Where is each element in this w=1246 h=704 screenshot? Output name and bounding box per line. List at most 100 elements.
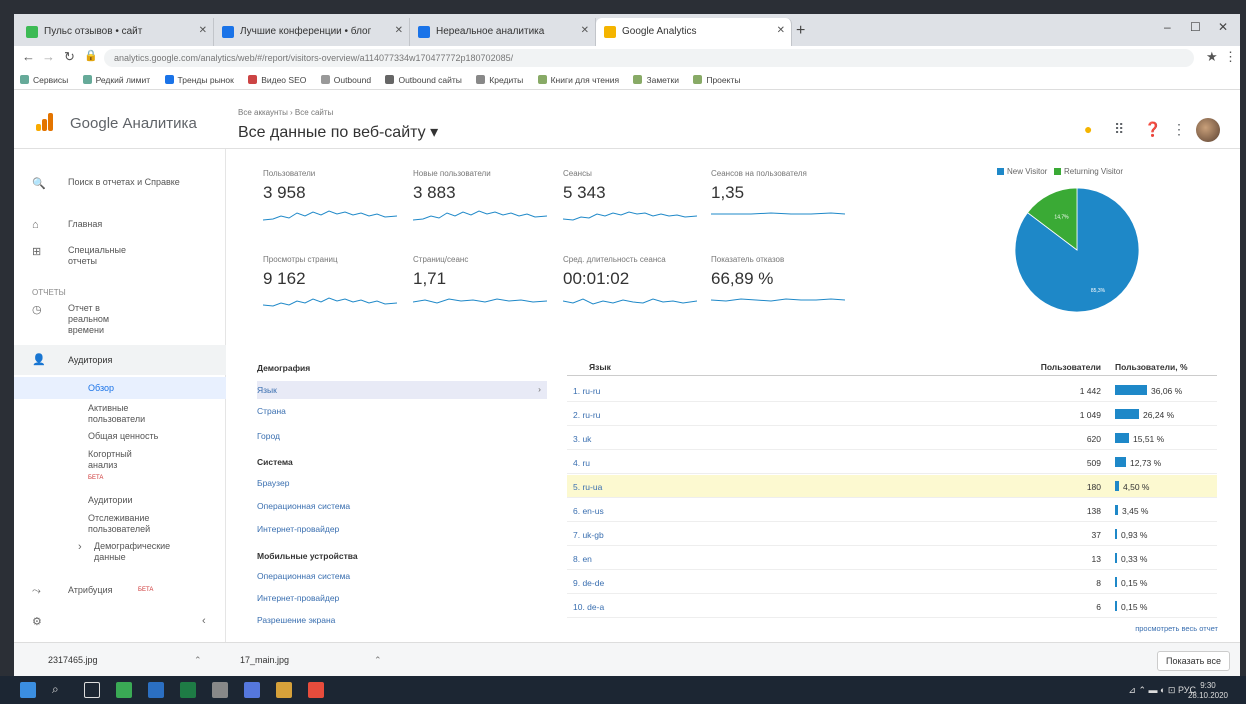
sys-os[interactable]: Операционная система	[257, 501, 547, 511]
tab-close-icon[interactable]: ✕	[395, 25, 403, 36]
notifications-icon[interactable]: ●	[1084, 121, 1092, 137]
app-icon[interactable]	[244, 682, 260, 698]
sidebar-item-home[interactable]: ⌂ Главная	[14, 219, 226, 239]
demo-country[interactable]: Страна	[257, 406, 547, 416]
sidebar-item-realtime[interactable]: ◷ Отчет в реальном времени	[14, 303, 226, 337]
column-language[interactable]: Язык	[589, 362, 611, 372]
sidebar-item-lifetime[interactable]: Общая ценность	[14, 431, 226, 445]
reload-icon[interactable]: ↻	[64, 49, 75, 65]
more-vert-icon[interactable]: ⋮	[1172, 121, 1186, 138]
back-arrow-icon[interactable]: ←	[22, 49, 35, 64]
minimize-button[interactable]: –	[1164, 20, 1171, 34]
excel-icon[interactable]	[180, 682, 196, 698]
collapse-sidebar-icon[interactable]: ‹	[202, 615, 206, 627]
tab-google-analytics[interactable]: Google Analytics ✕	[596, 18, 792, 46]
language-cell[interactable]: 6. en-us	[573, 506, 604, 516]
metric-pageviews[interactable]: Просмотры страниц 9 162	[263, 255, 403, 311]
metric-sessions[interactable]: Сеансы 5 343	[563, 169, 703, 225]
demo-city[interactable]: Город	[257, 431, 547, 441]
chevron-up-icon[interactable]: ⌃	[374, 655, 382, 666]
breadcrumb[interactable]: Все аккаунты › Все сайты	[238, 108, 333, 117]
chrome-icon[interactable]	[308, 682, 324, 698]
bookmark-item[interactable]: Сервисы	[20, 75, 68, 85]
table-row[interactable]: 5. ru-ua 180 4,50 %	[567, 475, 1217, 498]
table-row[interactable]: 2. ru-ru 1 049 26,24 %	[567, 403, 1217, 426]
sidebar-item-audience[interactable]: 👤 Аудитория	[14, 345, 226, 375]
app-icon[interactable]	[116, 682, 132, 698]
sidebar-item-audiences[interactable]: Аудитории	[14, 495, 226, 509]
table-row[interactable]: 8. en 13 0,33 %	[567, 547, 1217, 570]
new-tab-button[interactable]: +	[796, 22, 805, 40]
tab-close-icon[interactable]: ✕	[199, 25, 207, 36]
sidebar-item-user-explorer[interactable]: Отслеживание пользователей	[14, 513, 226, 537]
tab-1[interactable]: Пульс отзывов • сайт ✕	[18, 18, 214, 46]
mobile-os[interactable]: Операционная система	[257, 571, 547, 581]
bookmark-item[interactable]: Заметки	[633, 75, 679, 85]
bookmark-item[interactable]: Outbound сайты	[385, 75, 462, 85]
bookmark-item[interactable]: Кредиты	[476, 75, 523, 85]
metric-sessions-per-user[interactable]: Сеансов на пользователя 1,35	[711, 169, 851, 225]
clock[interactable]: 9:30 28.10.2020	[1188, 681, 1228, 701]
download-item[interactable]: 17_main.jpg	[240, 655, 289, 665]
tab-3[interactable]: Нереальное аналитика ✕	[410, 18, 596, 46]
sys-browser[interactable]: Браузер	[257, 478, 547, 488]
table-row[interactable]: 7. uk-gb 37 0,93 %	[567, 523, 1217, 546]
table-row[interactable]: 3. uk 620 15,51 %	[567, 427, 1217, 450]
tab-close-icon[interactable]: ✕	[581, 25, 589, 36]
language-cell[interactable]: 10. de-a	[573, 602, 604, 612]
sidebar-item-demographics[interactable]: › Демографические данные	[14, 541, 226, 565]
app-icon[interactable]	[148, 682, 164, 698]
language-cell[interactable]: 5. ru-ua	[573, 482, 602, 492]
chevron-up-icon[interactable]: ⌃	[194, 655, 202, 666]
bookmark-item[interactable]: Редкий лимит	[82, 75, 150, 85]
metric-pages-per-session[interactable]: Страниц/сеанс 1,71	[413, 255, 553, 311]
sidebar-search[interactable]: 🔍 Поиск в отчетах и Справке	[14, 177, 226, 197]
show-all-downloads-button[interactable]: Показать все	[1157, 651, 1230, 671]
sidebar-item-attribution[interactable]: ⤳ Атрибуция БЕТА	[14, 585, 226, 601]
task-view-icon[interactable]	[84, 682, 100, 698]
language-cell[interactable]: 1. ru-ru	[573, 386, 600, 396]
full-report-link[interactable]: просмотреть весь отчет	[1135, 624, 1218, 633]
sidebar-item-overview[interactable]: Обзор	[14, 377, 226, 399]
language-cell[interactable]: 7. uk-gb	[573, 530, 604, 540]
apps-grid-icon[interactable]: ⠿	[1114, 121, 1124, 138]
column-users-pct[interactable]: Пользователи, %	[1115, 362, 1188, 372]
app-icon[interactable]	[276, 682, 292, 698]
address-bar[interactable]: analytics.google.com/analytics/web/#/rep…	[104, 49, 1194, 67]
tab-2[interactable]: Лучшие конференции • блог ✕	[214, 18, 410, 46]
sidebar-item-custom-reports[interactable]: ⊞ Специальные отчеты	[14, 245, 226, 273]
table-row[interactable]: 4. ru 509 12,73 %	[567, 451, 1217, 474]
sidebar-item-active-users[interactable]: Активные пользователи	[14, 403, 226, 427]
search-input[interactable]: Поиск в отчетах и Справке	[68, 177, 180, 188]
metric-new-users[interactable]: Новые пользователи 3 883	[413, 169, 553, 225]
table-row[interactable]: 9. de-de 8 0,15 %	[567, 571, 1217, 594]
forward-arrow-icon[interactable]: →	[42, 49, 55, 64]
language-cell[interactable]: 8. en	[573, 554, 592, 564]
menu-dots-icon[interactable]: ⋮	[1224, 49, 1237, 65]
bookmark-item[interactable]: Проекты	[693, 75, 740, 85]
download-item[interactable]: 2317465.jpg	[48, 655, 98, 665]
maximize-button[interactable]: ☐	[1190, 20, 1201, 34]
bookmark-item[interactable]: Outbound	[320, 75, 371, 85]
search-icon[interactable]: ⌕	[52, 682, 68, 698]
sidebar-settings[interactable]: ⚙ ‹	[14, 615, 226, 631]
metric-users[interactable]: Пользователи 3 958	[263, 169, 403, 225]
avatar[interactable]	[1196, 118, 1220, 142]
column-users[interactable]: Пользователи	[1041, 362, 1101, 372]
view-selector[interactable]: Все данные по веб-сайту ▾	[238, 122, 438, 142]
system-tray[interactable]: ⊿ ⌃ ▬ ◐ ⊡ РУС	[1128, 685, 1196, 696]
sys-provider[interactable]: Интернет-провайдер	[257, 524, 547, 534]
language-cell[interactable]: 2. ru-ru	[573, 410, 600, 420]
bookmark-item[interactable]: Видео SEO	[248, 75, 306, 85]
language-cell[interactable]: 3. uk	[573, 434, 591, 444]
table-row[interactable]: 6. en-us 138 3,45 %	[567, 499, 1217, 522]
metric-bounce-rate[interactable]: Показатель отказов 66,89 %	[711, 255, 851, 311]
window-close-button[interactable]: ✕	[1218, 20, 1228, 34]
mobile-resolution[interactable]: Разрешение экрана	[257, 615, 547, 625]
language-cell[interactable]: 4. ru	[573, 458, 590, 468]
bookmark-item[interactable]: Книги для чтения	[537, 75, 619, 85]
star-icon[interactable]: ★	[1206, 49, 1218, 65]
language-cell[interactable]: 9. de-de	[573, 578, 604, 588]
table-row[interactable]: 10. de-a 6 0,15 %	[567, 595, 1217, 618]
bookmark-item[interactable]: Тренды рынок	[164, 75, 234, 85]
